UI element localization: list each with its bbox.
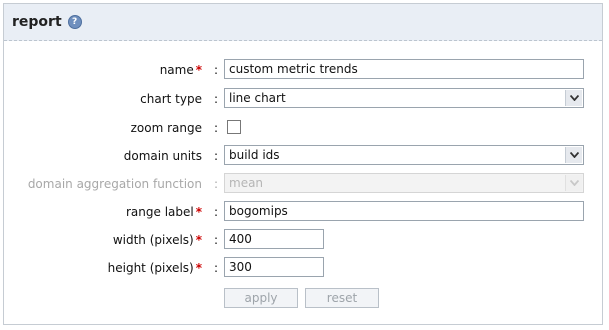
help-icon[interactable]: ? (67, 15, 82, 29)
required-marker: * (195, 205, 202, 219)
range-label-label: range label * (125, 205, 202, 219)
colon: : (214, 233, 219, 247)
row-zoom-range: zoom range : (4, 117, 602, 139)
range-label-field[interactable]: bogomips (224, 201, 584, 221)
required-marker: * (195, 233, 202, 247)
chart-type-value: line chart (229, 91, 286, 105)
colon: : (214, 121, 219, 135)
zoom-range-label: zoom range (130, 121, 202, 135)
colon: : (214, 205, 219, 219)
row-chart-type: chart type : line chart (4, 88, 602, 110)
domain-units-value: build ids (229, 148, 280, 162)
domain-aggregation-select: mean (224, 173, 584, 193)
chevron-down-icon[interactable] (565, 147, 582, 163)
row-width: width (pixels) * : 400 (4, 229, 602, 251)
colon: : (214, 63, 219, 77)
colon: : (214, 149, 219, 163)
chevron-down-icon (565, 175, 582, 191)
colon: : (214, 177, 219, 191)
domain-aggregation-label: domain aggregation function (27, 177, 202, 191)
colon: : (214, 261, 219, 275)
row-height: height (pixels) * : 300 (4, 257, 602, 279)
domain-units-select[interactable]: build ids (224, 145, 584, 165)
chart-type-label: chart type (140, 92, 202, 106)
apply-button[interactable]: apply (224, 288, 298, 308)
required-marker: * (195, 261, 202, 275)
required-marker: * (195, 63, 202, 77)
reset-button[interactable]: reset (305, 288, 379, 308)
row-domain-aggregation: domain aggregation function : mean (4, 173, 602, 195)
name-field[interactable]: custom metric trends (224, 59, 584, 79)
report-panel: report ? name * : custom metric trends ch… (3, 3, 603, 325)
button-row: apply reset (4, 288, 602, 310)
row-range-label: range label * : bogomips (4, 201, 602, 223)
zoom-range-checkbox[interactable] (227, 120, 241, 134)
row-domain-units: domain units : build ids (4, 145, 602, 167)
domain-units-label: domain units (123, 149, 202, 163)
name-label: name * (159, 63, 202, 77)
width-field[interactable]: 400 (224, 229, 324, 249)
panel-header: report ? (4, 4, 602, 41)
height-label: height (pixels) * (107, 261, 202, 275)
domain-aggregation-value: mean (229, 176, 264, 190)
panel-title: report (12, 14, 62, 30)
chart-type-select[interactable]: line chart (224, 88, 584, 108)
height-field[interactable]: 300 (224, 257, 324, 277)
row-name: name * : custom metric trends (4, 59, 602, 81)
colon: : (214, 92, 219, 106)
chevron-down-icon[interactable] (565, 90, 582, 106)
width-label: width (pixels) * (112, 233, 202, 247)
